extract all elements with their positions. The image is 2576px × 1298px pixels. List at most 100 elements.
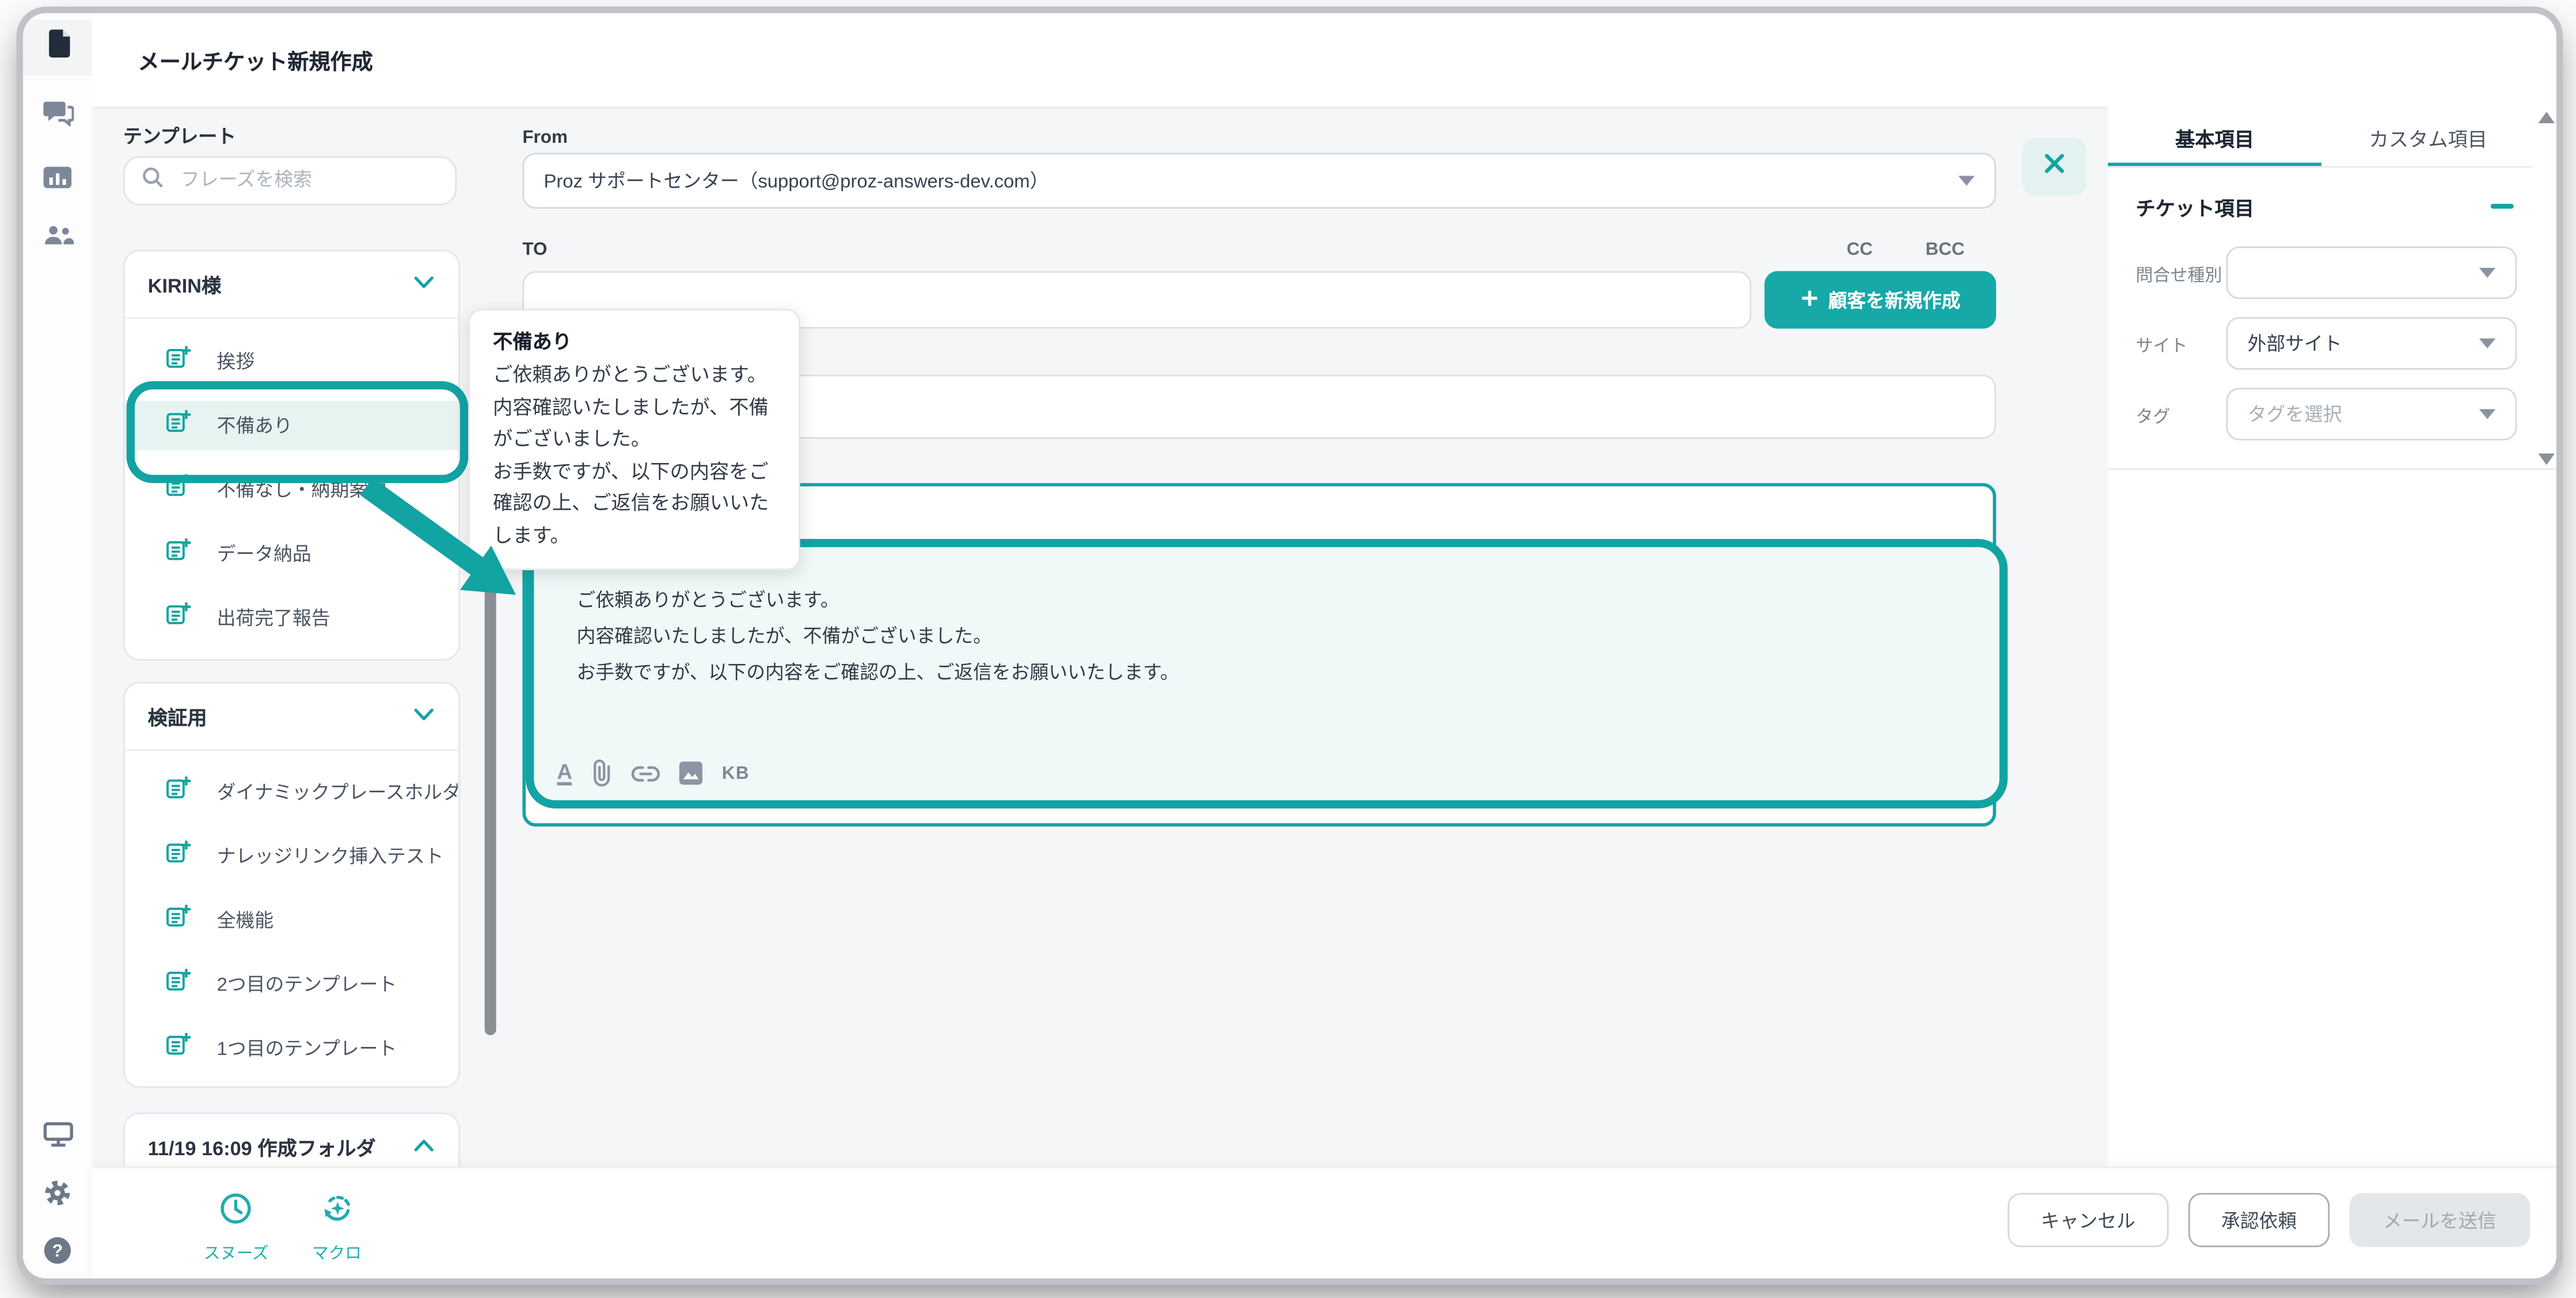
close-icon xyxy=(2042,150,2067,183)
section-divider xyxy=(2108,468,2556,470)
template-item[interactable]: 2つ目のテンプレート xyxy=(125,959,458,1009)
chevron-down-icon xyxy=(412,270,435,299)
template-item[interactable]: 1つ目のテンプレート xyxy=(125,1024,458,1073)
caret-down-icon xyxy=(2479,339,2496,348)
section-title: チケット項目 xyxy=(2136,194,2254,222)
send-mail-button[interactable]: メールを送信 xyxy=(2349,1193,2530,1247)
template-add-icon xyxy=(164,343,192,379)
template-item-label: 全機能 xyxy=(217,907,273,933)
field-label: 問合せ種別 xyxy=(2136,263,2222,288)
footer-bar: スヌーズ マクロ キャンセル 承認依頼 メールを送信 xyxy=(92,1167,2556,1278)
app-window: ? メールチケット新規作成 テ太 テスト 太郎 受付可能 テンプレート KIRI… xyxy=(23,13,2556,1278)
template-item-label: 挨拶 xyxy=(217,348,255,375)
template-item-selected[interactable]: 不備あり xyxy=(125,401,458,450)
editor-body-text[interactable]: ご依頼ありがとうございます。 内容確認いたしましたが、不備がございました。 お手… xyxy=(577,583,1179,692)
help-icon: ? xyxy=(43,1235,72,1273)
search-icon xyxy=(141,165,164,196)
template-item-label: ナレッジリンク挿入テスト xyxy=(217,843,444,870)
template-group-header[interactable]: KIRIN様 xyxy=(125,252,458,319)
template-item[interactable]: 挨拶 xyxy=(125,337,458,386)
template-add-icon xyxy=(164,1030,192,1067)
page-title: メールチケット新規作成 xyxy=(138,44,373,75)
svg-text:?: ? xyxy=(52,1240,63,1260)
people-icon xyxy=(42,223,73,254)
template-item[interactable]: ナレッジリンク挿入テスト xyxy=(125,832,458,881)
tags-select[interactable]: タグを選択 xyxy=(2226,388,2517,440)
template-add-icon xyxy=(164,902,192,939)
template-group-validation: 検証用 ダイナミックプレースホルダ ナレッジリンク挿入テスト 全機能 2つ目のテ… xyxy=(123,682,460,1088)
template-search-input[interactable] xyxy=(177,169,439,192)
template-add-icon xyxy=(164,599,192,636)
select-placeholder: タグを選択 xyxy=(2247,401,2342,427)
group-name: 検証用 xyxy=(148,703,207,731)
text-format-icon[interactable]: A xyxy=(557,761,572,785)
select-value: 外部サイト xyxy=(2247,331,2342,357)
collapse-minus-icon[interactable] xyxy=(2491,204,2514,209)
macro-button[interactable]: マクロ xyxy=(312,1191,362,1264)
template-item-label: 不備あり xyxy=(217,412,292,439)
create-customer-button[interactable]: 顧客を新規作成 xyxy=(1765,271,1996,329)
group-name: KIRIN様 xyxy=(148,270,221,298)
knowledge-base-icon[interactable]: KB xyxy=(722,763,750,783)
nav-item-workspace[interactable] xyxy=(23,1111,92,1167)
attachment-icon[interactable] xyxy=(590,759,613,787)
nav-item-chat[interactable] xyxy=(23,89,92,145)
nav-item-tickets[interactable] xyxy=(23,20,92,75)
site-select[interactable]: 外部サイト xyxy=(2226,317,2517,370)
editor-line: お手数ですが、以下の内容をご確認の上、ご返信をお願いいたします。 xyxy=(577,656,1179,692)
nav-item-settings[interactable] xyxy=(23,1168,92,1224)
template-group-header[interactable]: 検証用 xyxy=(125,684,458,751)
panel-scroll-up-arrow[interactable] xyxy=(2539,112,2555,123)
approval-request-button[interactable]: 承認依頼 xyxy=(2189,1193,2330,1247)
cc-toggle[interactable]: CC xyxy=(1846,240,1872,260)
chevron-up-icon xyxy=(412,1132,435,1162)
app-stage: ? メールチケット新規作成 テ太 テスト 太郎 受付可能 テンプレート KIRI… xyxy=(0,0,2576,1298)
chevron-down-icon xyxy=(412,701,435,731)
field-label: タグ xyxy=(2136,404,2170,429)
create-customer-label: 顧客を新規作成 xyxy=(1828,287,1961,313)
from-label: From xyxy=(522,128,567,148)
clock-icon xyxy=(219,1191,253,1234)
field-label: サイト xyxy=(2136,333,2187,358)
bcc-toggle[interactable]: BCC xyxy=(1925,240,1965,260)
ticket-properties-panel: 基本項目 カスタム項目 チケット項目 問合せ種別 サイト 外部サイト タグ タグ… xyxy=(2108,13,2556,1278)
tooltip-body: ご依頼ありがとうございます。 内容確認いたしましたが、不備がございました。 お手… xyxy=(493,360,776,552)
macro-icon xyxy=(320,1191,354,1234)
bar-chart-icon xyxy=(43,165,72,196)
nav-item-help[interactable]: ? xyxy=(23,1226,92,1278)
chat-icon xyxy=(42,98,73,135)
plus-icon xyxy=(1800,289,1818,312)
editor-line: 内容確認いたしましたが、不備がございました。 xyxy=(577,620,1179,656)
macro-label: マクロ xyxy=(312,1239,362,1263)
annotation-arrow-icon xyxy=(356,480,520,601)
template-add-icon xyxy=(164,536,192,572)
snooze-button[interactable]: スヌーズ xyxy=(204,1191,269,1264)
template-item-label: ダイナミックプレースホルダ xyxy=(217,779,458,806)
close-button[interactable] xyxy=(2023,138,2087,196)
template-item-label: 2つ目のテンプレート xyxy=(217,971,397,997)
template-item[interactable]: ダイナミックプレースホルダ xyxy=(125,768,458,817)
tab-custom-fields[interactable]: カスタム項目 xyxy=(2322,112,2535,164)
template-add-icon xyxy=(164,408,192,444)
template-item-label: 1つ目のテンプレート xyxy=(217,1035,397,1062)
template-add-icon xyxy=(164,966,192,1003)
link-icon[interactable] xyxy=(632,763,661,783)
tab-basic-fields[interactable]: 基本項目 xyxy=(2108,112,2322,164)
inquiry-type-select[interactable] xyxy=(2226,246,2517,299)
cancel-button[interactable]: キャンセル xyxy=(2008,1193,2169,1247)
template-search[interactable] xyxy=(123,156,457,206)
template-item-label: 出荷完了報告 xyxy=(217,605,330,631)
caret-down-icon xyxy=(2479,268,2496,278)
nav-item-reports[interactable] xyxy=(23,153,92,208)
panel-scroll-down-arrow[interactable] xyxy=(2539,454,2555,465)
template-add-icon xyxy=(164,838,192,874)
from-select[interactable]: Proz サポートセンター（support@proz-answers-dev.c… xyxy=(522,153,1996,208)
template-item[interactable]: 全機能 xyxy=(125,895,458,945)
editor-toolbar: A KB xyxy=(557,759,750,787)
template-add-icon xyxy=(164,774,192,810)
template-panel-label: テンプレート xyxy=(123,123,236,150)
tooltip-title: 不備あり xyxy=(493,327,776,355)
nav-item-customers[interactable] xyxy=(23,210,92,266)
image-icon[interactable] xyxy=(679,761,704,785)
caret-down-icon xyxy=(2479,409,2496,419)
